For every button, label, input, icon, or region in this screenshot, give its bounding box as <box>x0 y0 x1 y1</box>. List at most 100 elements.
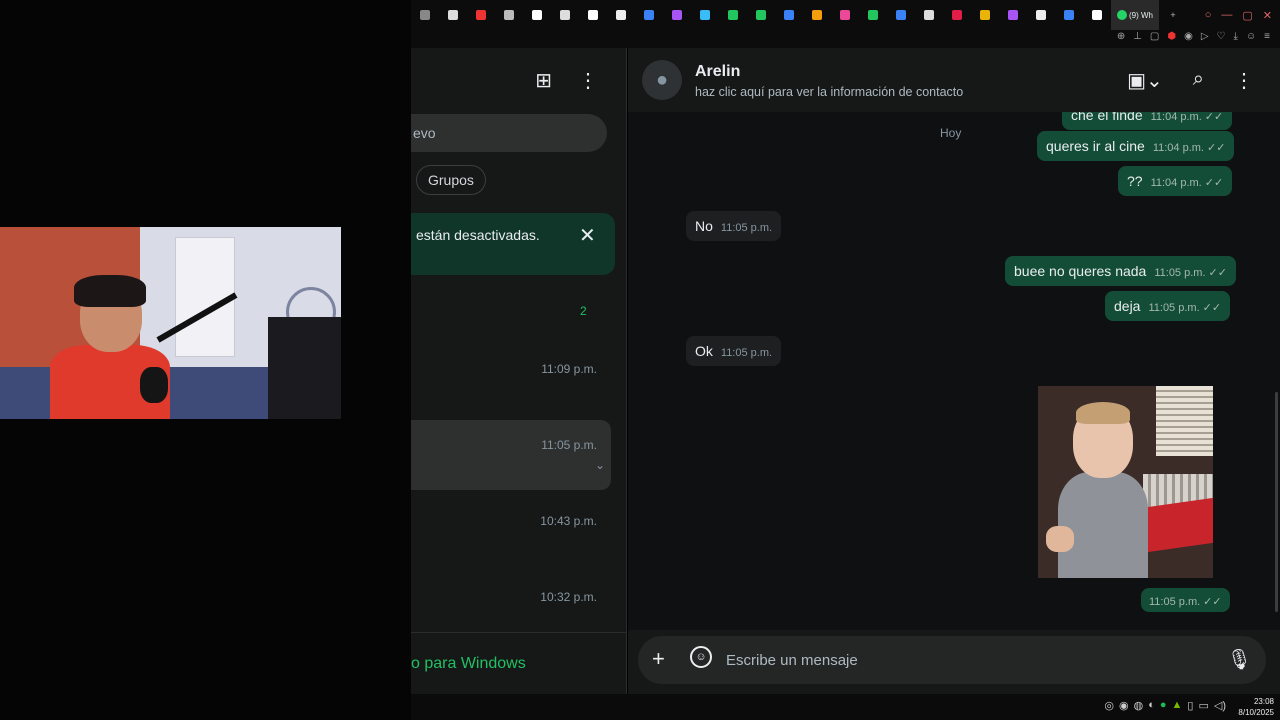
search-icon[interactable]: ⌕ <box>1193 68 1204 93</box>
message-time: 11:04 p.m. <box>1152 142 1204 154</box>
browser-tab[interactable] <box>411 0 439 30</box>
download-icon[interactable]: ⤓ <box>1234 31 1238 42</box>
camera-icon[interactable]: ◉ <box>1184 31 1193 42</box>
chat-list-item-selected[interactable]: 11:05 p.m. ⌄ <box>411 420 611 490</box>
browser-tab[interactable] <box>495 0 523 30</box>
message-time: 11:05 p.m. <box>720 347 773 359</box>
browser-tab[interactable] <box>1027 0 1055 30</box>
browser-tab-bar: (9) Wh + ○ — ▢ ✕ <box>411 0 1280 30</box>
browser-tab[interactable] <box>719 0 747 30</box>
contact-avatar[interactable]: ● <box>642 60 682 100</box>
discord-tray-icon[interactable]: ◍ <box>1134 699 1144 712</box>
search-text: evo <box>413 125 436 141</box>
favicon-icon <box>1064 10 1074 20</box>
new-chat-icon[interactable]: ⊞ <box>535 68 552 93</box>
zoom-icon[interactable]: ⊕ <box>1117 31 1125 42</box>
message-time: 11:04 p.m. <box>1150 112 1202 123</box>
message-outgoing[interactable]: queres ir al cine 11:04 p.m. ✓✓ <box>1037 131 1235 161</box>
menu-dots-icon[interactable]: ⋮ <box>1234 68 1254 93</box>
browser-tab[interactable] <box>467 0 495 30</box>
chat-search-input[interactable]: evo <box>411 114 607 152</box>
filter-chip-grupos[interactable]: Grupos <box>416 165 486 195</box>
contact-subtitle[interactable]: haz clic aquí para ver la información de… <box>695 85 963 99</box>
browser-tab[interactable] <box>999 0 1027 30</box>
video-call-icon[interactable]: ▣⌄ <box>1127 68 1163 93</box>
browser-tab[interactable] <box>523 0 551 30</box>
close-icon[interactable]: ✕ <box>579 223 596 248</box>
archived-count-badge: 2 <box>580 304 587 318</box>
browser-tab[interactable] <box>635 0 663 30</box>
browser-tab[interactable] <box>1083 0 1111 30</box>
message-incoming[interactable]: Ok 11:05 p.m. <box>686 336 782 366</box>
browser-tab[interactable] <box>971 0 999 30</box>
restore-icon[interactable]: ▢ <box>1242 9 1252 22</box>
whatsapp-icon <box>1117 10 1127 20</box>
get-windows-link[interactable]: o para Windows <box>411 632 627 694</box>
sticker-icon[interactable]: ☺ <box>690 646 712 668</box>
obs-tray-icon[interactable]: ◉ <box>1119 699 1129 712</box>
image-message[interactable] <box>1038 386 1213 578</box>
message-outgoing[interactable]: ?? 11:04 p.m. ✓✓ <box>1118 166 1233 196</box>
message-incoming[interactable]: No 11:05 p.m. <box>686 211 782 241</box>
browser-tab[interactable] <box>747 0 775 30</box>
chat-list-panel: ⊞ ⋮ evo Grupos están desactivadas. ✕ 2 1… <box>411 48 627 694</box>
battery-icon[interactable]: ▯ <box>1187 699 1193 712</box>
browser-tab[interactable] <box>831 0 859 30</box>
chat-list-item[interactable]: 11:09 p.m. <box>411 344 611 414</box>
spotify-tray-icon[interactable]: ● <box>1160 699 1167 712</box>
chat-time: 10:32 p.m. <box>540 590 597 604</box>
close-icon[interactable]: ✕ <box>1263 9 1272 22</box>
browser-tab[interactable] <box>439 0 467 30</box>
message-outgoing[interactable]: che el finde 11:04 p.m. ✓✓ <box>1062 112 1233 130</box>
browser-tab[interactable] <box>887 0 915 30</box>
double-check-icon: ✓✓ <box>1204 112 1224 123</box>
webcam-person-hair <box>74 275 146 307</box>
browser-tab[interactable] <box>607 0 635 30</box>
nvidia-tray-icon[interactable]: ▲ <box>1172 699 1183 712</box>
volume-icon[interactable]: ◁) <box>1214 699 1226 712</box>
browser-tab[interactable] <box>859 0 887 30</box>
chat-list-item[interactable]: 10:43 p.m. <box>411 496 611 566</box>
network-icon[interactable]: ▭ <box>1198 699 1208 712</box>
search-tabs-icon[interactable]: ○ <box>1205 9 1212 21</box>
minimize-icon[interactable]: — <box>1221 9 1232 21</box>
pin-icon[interactable]: ⊥ <box>1133 31 1142 42</box>
whatsapp-tray-icon[interactable]: ◎ <box>1104 699 1114 712</box>
play-icon[interactable]: ▷ <box>1201 31 1209 42</box>
browser-tab[interactable] <box>663 0 691 30</box>
shield-icon[interactable]: ⬢ <box>1167 31 1176 42</box>
screen: (9) Wh + ○ — ▢ ✕ ⊕ ⊥ ▢ ⬢ ◉ ▷ ♡ ⤓ ☺ ≡ ⊞ ⋮ <box>0 0 1280 720</box>
menu-icon[interactable]: ≡ <box>1264 31 1270 42</box>
screenshot-icon[interactable]: ▢ <box>1150 31 1159 42</box>
message-input[interactable] <box>726 636 1206 684</box>
favicon-icon <box>756 10 766 20</box>
browser-tab[interactable] <box>803 0 831 30</box>
chevron-down-icon[interactable]: ⌄ <box>595 458 605 472</box>
heart-icon[interactable]: ♡ <box>1217 31 1226 42</box>
new-tab-button[interactable]: + <box>1159 0 1187 30</box>
contact-name[interactable]: Arelin <box>695 63 740 81</box>
profile-icon[interactable]: ☺ <box>1246 31 1256 42</box>
tab-whatsapp[interactable]: (9) Wh <box>1111 0 1159 30</box>
chat-header[interactable]: ● Arelin haz clic aquí para ver la infor… <box>628 48 1280 112</box>
message-scrollbar[interactable] <box>1274 112 1278 630</box>
message-outgoing[interactable]: buee no queres nada 11:05 p.m. ✓✓ <box>1005 256 1236 286</box>
browser-tab[interactable] <box>551 0 579 30</box>
browser-tab[interactable] <box>1055 0 1083 30</box>
browser-tab[interactable] <box>691 0 719 30</box>
taskbar-clock[interactable]: 23:08 8/10/2025 <box>1238 696 1274 718</box>
clock-time: 23:08 <box>1253 697 1274 706</box>
browser-tab[interactable] <box>943 0 971 30</box>
microphone-icon[interactable]: 🎙 <box>1227 647 1252 672</box>
steam-tray-icon[interactable]: ◐ <box>1148 699 1155 712</box>
message-outgoing[interactable]: deja 11:05 p.m. ✓✓ <box>1105 291 1231 321</box>
browser-tab[interactable] <box>775 0 803 30</box>
attach-plus-icon[interactable]: + <box>652 646 665 672</box>
photo-baby-body <box>1058 472 1148 578</box>
scrollbar-thumb[interactable] <box>1275 392 1278 612</box>
browser-tab[interactable] <box>915 0 943 30</box>
browser-tab[interactable] <box>579 0 607 30</box>
photo-window-blind <box>1156 386 1213 456</box>
photo-baby-hair <box>1076 402 1130 424</box>
menu-dots-icon[interactable]: ⋮ <box>578 68 598 93</box>
